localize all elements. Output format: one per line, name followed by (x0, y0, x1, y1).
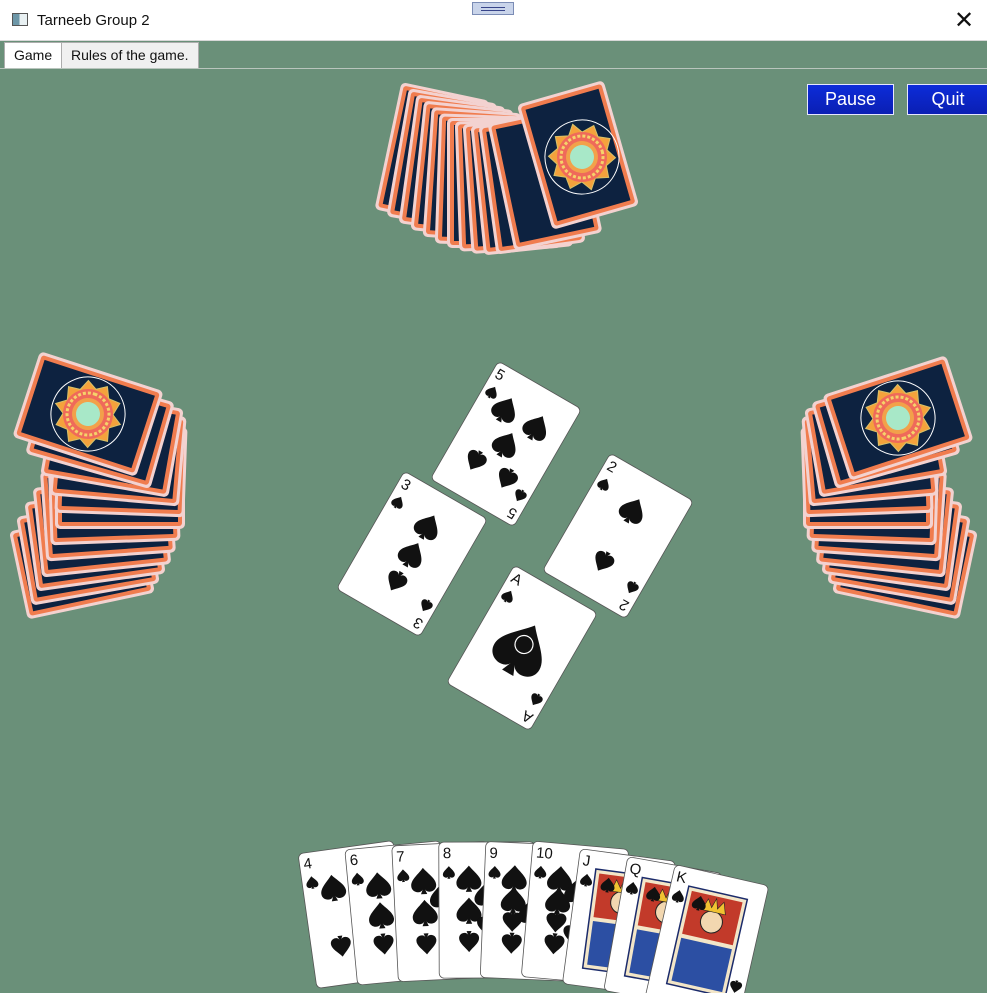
pause-button[interactable]: Pause (807, 84, 894, 115)
player-hand: 44667788991010JJQQKK (298, 840, 769, 993)
north-opponent-hand (374, 80, 640, 256)
app-icon (12, 13, 28, 26)
card-rank: 7 (396, 848, 405, 865)
quit-button[interactable]: Quit (907, 84, 987, 115)
close-button[interactable]: ✕ (941, 0, 987, 40)
title-bar: Tarneeb Group 2 ✕ (0, 0, 987, 41)
east-opponent-hand (800, 355, 978, 620)
card-table: 553322AA 44667788991010JJQQKK (9, 80, 978, 993)
tab-rules[interactable]: Rules of the game. (61, 42, 199, 68)
card-rank: 6 (349, 852, 359, 870)
west-opponent-hand (9, 351, 188, 620)
card-rank: 10 (535, 844, 553, 862)
tab-game[interactable]: Game (4, 42, 63, 68)
window-title: Tarneeb Group 2 (37, 12, 150, 29)
card-rank: 8 (443, 845, 451, 862)
card-rank: 9 (489, 845, 498, 862)
drag-grip-icon[interactable] (472, 2, 514, 15)
trick-area: 553322AA (337, 362, 693, 730)
game-window: Tarneeb Group 2 ✕ Game Rules of the game… (0, 0, 987, 993)
tab-bar: Game Rules of the game. (0, 40, 987, 69)
close-icon: ✕ (953, 6, 975, 34)
